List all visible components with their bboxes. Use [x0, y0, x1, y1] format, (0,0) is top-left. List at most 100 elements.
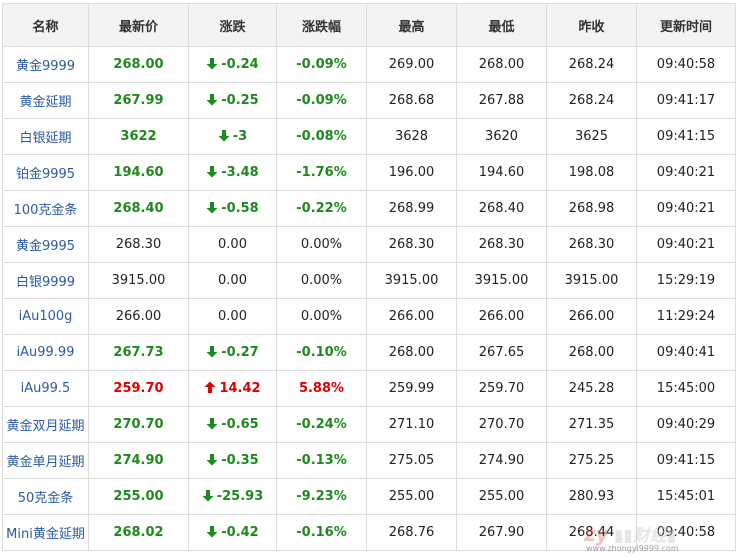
- cell-low: 267.90: [456, 514, 547, 551]
- header-previous-close[interactable]: 昨收: [546, 3, 637, 47]
- cell-previous-close-text: 198.08: [568, 165, 615, 180]
- cell-name[interactable]: 100克金条: [2, 190, 89, 227]
- cell-update-time: 15:45:00: [636, 370, 736, 407]
- cell-name[interactable]: 白银9999: [2, 262, 89, 299]
- cell-low: 270.70: [456, 406, 547, 443]
- cell-change-percent: -0.10%: [276, 334, 367, 371]
- cell-low: 268.00: [456, 46, 547, 83]
- cell-change-percent: -0.08%: [276, 118, 367, 155]
- table-row[interactable]: 铂金9995 194.60 -3.48 -1.76% 196.00 194.60 198.0…: [2, 154, 736, 191]
- table-row[interactable]: iAu100g 266.00 0.00 0.00% 266.00 266.00 266.00…: [2, 298, 736, 335]
- table-row[interactable]: 白银延期 3622 -3 -0.08% 3628 3620 3625 09:41:15: [2, 118, 736, 155]
- cell-update-time-text: 09:41:15: [656, 453, 716, 468]
- cell-update-time-text: 09:40:21: [656, 165, 716, 180]
- cell-high: 196.00: [366, 154, 457, 191]
- cell-previous-close-text: 268.00: [568, 345, 615, 360]
- cell-name[interactable]: 50克金条: [2, 478, 89, 515]
- header-high[interactable]: 最高: [366, 3, 457, 47]
- cell-high: 255.00: [366, 478, 457, 515]
- table-row[interactable]: 黄金延期 267.99 -0.25 -0.09% 268.68 267.88 268.24 0…: [2, 82, 736, 119]
- cell-low-text: 194.60: [478, 165, 525, 180]
- cell-high: 266.00: [366, 298, 457, 335]
- cell-high-text: 3915.00: [384, 273, 439, 288]
- header-latest-price[interactable]: 最新价: [88, 3, 189, 47]
- table-row[interactable]: 100克金条 268.40 -0.58 -0.22% 268.99 268.40 268.9…: [2, 190, 736, 227]
- cell-change: -25.93: [188, 478, 277, 515]
- cell-change: 0.00: [188, 262, 277, 299]
- cell-latest-price: 266.00: [88, 298, 189, 335]
- cell-change-percent: -0.09%: [276, 46, 367, 83]
- cell-low: 259.70: [456, 370, 547, 407]
- cell-latest-price: 268.30: [88, 226, 189, 263]
- cell-latest-price-text: 268.40: [113, 201, 164, 216]
- cell-update-time-text: 15:45:01: [656, 489, 716, 504]
- table-row[interactable]: iAu99.99 267.73 -0.27 -0.10% 268.00 267.65 268…: [2, 334, 736, 371]
- cell-update-time: 09:41:15: [636, 442, 736, 479]
- cell-name[interactable]: iAu99.5: [2, 370, 89, 407]
- cell-change: -0.58: [188, 190, 277, 227]
- cell-change: 0.00: [188, 298, 277, 335]
- cell-previous-close-text: 266.00: [568, 309, 615, 324]
- cell-previous-close-text: 280.93: [568, 489, 615, 504]
- cell-latest-price-text: 274.90: [113, 453, 164, 468]
- cell-change-percent: 0.00%: [276, 262, 367, 299]
- cell-name[interactable]: 黄金双月延期: [2, 406, 89, 443]
- table-row[interactable]: iAu99.5 259.70 14.42 5.88% 259.99 259.70 245.2…: [2, 370, 736, 407]
- cell-name[interactable]: 黄金9999: [2, 46, 89, 83]
- cell-high: 275.05: [366, 442, 457, 479]
- cell-name[interactable]: 铂金9995: [2, 154, 89, 191]
- cell-name[interactable]: iAu99.99: [2, 334, 89, 371]
- header-low[interactable]: 最低: [456, 3, 547, 47]
- cell-name-text: Mini黄金延期: [6, 527, 85, 542]
- cell-name[interactable]: iAu100g: [2, 298, 89, 335]
- table-row[interactable]: 黄金双月延期 270.70 -0.65 -0.24% 271.10 270.70 271.3…: [2, 406, 736, 443]
- cell-change-text: -0.27: [221, 345, 259, 360]
- cell-high: 3915.00: [366, 262, 457, 299]
- arrow-down-icon: [206, 417, 218, 430]
- cell-change-text: 0.00: [218, 273, 247, 288]
- table-row[interactable]: 50克金条 255.00 -25.93 -9.23% 255.00 255.00 280.9…: [2, 478, 736, 515]
- table-row[interactable]: 黄金单月延期 274.90 -0.35 -0.13% 275.05 274.90 275.2…: [2, 442, 736, 479]
- cell-change-percent: -1.76%: [276, 154, 367, 191]
- table-row[interactable]: 黄金9995 268.30 0.00 0.00% 268.30 268.30 268.30 0…: [2, 226, 736, 263]
- cell-name[interactable]: Mini黄金延期: [2, 514, 89, 551]
- cell-name-text: 50克金条: [17, 491, 74, 506]
- cell-update-time-text: 11:29:24: [656, 309, 716, 324]
- cell-previous-close: 3915.00: [546, 262, 637, 299]
- cell-low-text: 3620: [484, 129, 519, 144]
- table-row[interactable]: Mini黄金延期 268.02 -0.42 -0.16% 268.76 267.90 268…: [2, 514, 736, 551]
- header-update-time[interactable]: 更新时间: [636, 3, 736, 47]
- header-change-percent[interactable]: 涨跌幅: [276, 3, 367, 47]
- cell-change-text: 0.00: [218, 309, 247, 324]
- cell-previous-close: 245.28: [546, 370, 637, 407]
- cell-update-time: 09:40:58: [636, 46, 736, 83]
- cell-low-text: 274.90: [478, 453, 525, 468]
- cell-low-text: 268.40: [478, 201, 525, 216]
- table-row[interactable]: 黄金9999 268.00 -0.24 -0.09% 269.00 268.00 268.2…: [2, 46, 736, 83]
- cell-name-text: 黄金双月延期: [6, 419, 85, 434]
- cell-name[interactable]: 黄金9995: [2, 226, 89, 263]
- cell-update-time-text: 15:45:00: [656, 381, 716, 396]
- cell-previous-close-text: 268.24: [568, 57, 615, 72]
- cell-latest-price-text: 194.60: [113, 165, 164, 180]
- arrow-down-icon: [206, 165, 218, 178]
- header-name[interactable]: 名称: [2, 3, 89, 47]
- cell-change-text: -0.25: [221, 93, 259, 108]
- header-change[interactable]: 涨跌: [188, 3, 277, 47]
- table-row[interactable]: 白银9999 3915.00 0.00 0.00% 3915.00 3915.00 3915…: [2, 262, 736, 299]
- cell-change-percent: -0.13%: [276, 442, 367, 479]
- cell-name-text: iAu99.99: [16, 345, 75, 360]
- cell-update-time: 11:29:24: [636, 298, 736, 335]
- cell-update-time: 09:40:58: [636, 514, 736, 551]
- cell-low-text: 267.88: [478, 93, 525, 108]
- cell-latest-price-text: 266.00: [115, 309, 162, 324]
- cell-change-percent-text: -0.16%: [296, 525, 347, 540]
- table-header: 名称 最新价 涨跌 涨跌幅 最高 最低 昨收 更新时间: [2, 3, 736, 47]
- cell-name[interactable]: 白银延期: [2, 118, 89, 155]
- cell-change-percent: -0.24%: [276, 406, 367, 443]
- cell-name[interactable]: 黄金延期: [2, 82, 89, 119]
- cell-high-text: 255.00: [388, 489, 435, 504]
- cell-change-percent-text: -0.22%: [296, 201, 347, 216]
- cell-name[interactable]: 黄金单月延期: [2, 442, 89, 479]
- cell-change-percent-text: -0.10%: [296, 345, 347, 360]
